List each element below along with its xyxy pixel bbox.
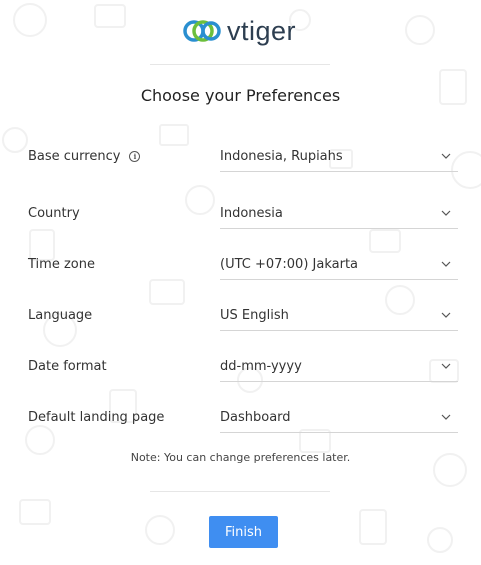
row-base-currency: Base currency i Indonesia, Rupiahs (0, 143, 481, 173)
country-value: Indonesia (220, 206, 283, 221)
time-zone-select[interactable]: (UTC +07:00) Jakarta (220, 251, 458, 280)
vtiger-logo: vtiger (183, 14, 296, 48)
row-time-zone: Time zone (UTC +07:00) Jakarta (0, 251, 481, 281)
chevron-down-icon (441, 153, 451, 159)
row-language: Language US English (0, 302, 481, 332)
chevron-down-icon (441, 210, 451, 216)
finish-button[interactable]: Finish (209, 516, 278, 548)
language-label: Language (28, 308, 93, 323)
vtiger-logo-icon (183, 20, 221, 42)
info-icon[interactable]: i (129, 151, 141, 162)
language-select[interactable]: US English (220, 302, 458, 331)
base-currency-value: Indonesia, Rupiahs (220, 149, 343, 164)
row-country: Country Indonesia (0, 200, 481, 230)
date-format-value: dd-mm-yyyy (220, 359, 302, 374)
row-date-format: Date format dd-mm-yyyy (0, 353, 481, 383)
base-currency-label: Base currency i (28, 149, 141, 164)
base-currency-label-text: Base currency (28, 149, 121, 164)
preferences-note: Note: You can change preferences later. (130, 451, 351, 464)
page-title: Choose your Preferences (140, 86, 341, 105)
time-zone-label: Time zone (28, 257, 95, 272)
brand-name: vtiger (227, 15, 297, 46)
preferences-card: vtiger Choose your Preferences Base curr… (0, 0, 481, 565)
chevron-down-icon (441, 261, 451, 267)
default-landing-page-value: Dashboard (220, 410, 291, 425)
chevron-down-icon (441, 414, 451, 420)
time-zone-value: (UTC +07:00) Jakarta (220, 257, 359, 272)
chevron-down-icon (441, 363, 451, 369)
chevron-down-icon (441, 312, 451, 318)
row-default-landing-page: Default landing page Dashboard (0, 404, 481, 434)
country-select[interactable]: Indonesia (220, 200, 458, 229)
base-currency-select[interactable]: Indonesia, Rupiahs (220, 143, 458, 172)
country-label: Country (28, 206, 80, 221)
divider (150, 491, 330, 492)
default-landing-page-select[interactable]: Dashboard (220, 404, 458, 433)
language-value: US English (220, 308, 289, 323)
date-format-label: Date format (28, 359, 107, 374)
default-landing-page-label: Default landing page (28, 410, 165, 425)
divider (150, 64, 330, 65)
date-format-select[interactable]: dd-mm-yyyy (220, 353, 458, 382)
